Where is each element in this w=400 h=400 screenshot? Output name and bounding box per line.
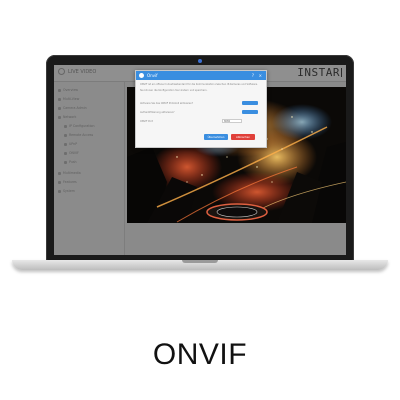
sidebar-item-push[interactable]: Push <box>64 159 77 165</box>
caption: ONVIF <box>152 338 248 371</box>
gear-icon <box>58 189 61 193</box>
home-icon <box>58 88 61 92</box>
help-icon[interactable]: ? <box>252 73 254 78</box>
dialog-header: Onvif ? × <box>136 71 266 80</box>
sidebar-item-upnp[interactable]: UPnP <box>64 141 77 147</box>
dialog-title: Onvif <box>147 73 158 78</box>
star-icon <box>58 180 61 184</box>
brand-title: LIVE VIDEO <box>68 68 97 75</box>
sidebar-item-features[interactable]: Features <box>58 179 77 185</box>
dialog-description-1: ONVIF ist ein offener Industriestandard … <box>140 83 258 86</box>
laptop-notch <box>182 260 218 263</box>
grid-icon <box>58 97 61 101</box>
bullet-icon <box>64 124 67 128</box>
sidebar-item-multiview[interactable]: Multi-View <box>58 96 79 102</box>
dialog-description-2: Sie können die Konfiguration hier ändern… <box>140 89 208 92</box>
laptop-base <box>12 260 388 270</box>
close-icon[interactable]: × <box>259 73 262 78</box>
auth-enable-label: Authentifizierung aktivieren? <box>140 111 175 114</box>
sidebar-item-network[interactable]: Network <box>58 114 76 120</box>
bullet-icon <box>64 142 67 146</box>
bullet-icon <box>64 151 67 155</box>
brand-logo-icon <box>58 68 65 75</box>
onvif-enable-label: Aktiviere Sie das ONVIF Protokoll aktivi… <box>140 102 194 105</box>
save-button[interactable]: Übernehmen <box>204 134 228 140</box>
dialog-logo-icon <box>139 73 144 78</box>
onvif-port-input[interactable]: 8080 <box>222 119 242 123</box>
sidebar-item-multimedia[interactable]: Multimedia <box>58 170 81 176</box>
bullet-icon <box>64 160 67 164</box>
brand: LIVE VIDEO <box>58 68 96 75</box>
instar-logo: INSTAR <box>297 66 342 79</box>
sidebar-item-ip-config[interactable]: IP Configuration <box>64 123 95 129</box>
webcam-icon <box>198 59 202 63</box>
sidebar-item-onvif[interactable]: ONVIF <box>64 150 79 156</box>
onvif-port-label: ONVIF Port <box>140 120 153 123</box>
content-area-bottom <box>127 223 346 255</box>
bullet-icon <box>64 133 67 137</box>
cancel-button[interactable]: Abbrechen <box>231 134 255 140</box>
media-icon <box>58 171 61 175</box>
auth-enable-toggle[interactable] <box>242 110 258 114</box>
sidebar-item-overview[interactable]: Overview <box>58 87 78 93</box>
sidebar-item-system[interactable]: System <box>58 188 75 194</box>
camera-icon <box>58 106 61 110</box>
sidebar-item-remote-access[interactable]: Remote Access <box>64 132 93 138</box>
sidebar-item-camera-admin[interactable]: Camera Admin <box>58 105 87 111</box>
onvif-enable-toggle[interactable] <box>242 101 258 105</box>
network-icon <box>58 115 61 119</box>
sidebar: Overview Multi-View Camera Admin Network… <box>54 82 125 255</box>
onvif-dialog: Onvif ? × ONVIF ist ein offener Industri… <box>135 70 267 148</box>
